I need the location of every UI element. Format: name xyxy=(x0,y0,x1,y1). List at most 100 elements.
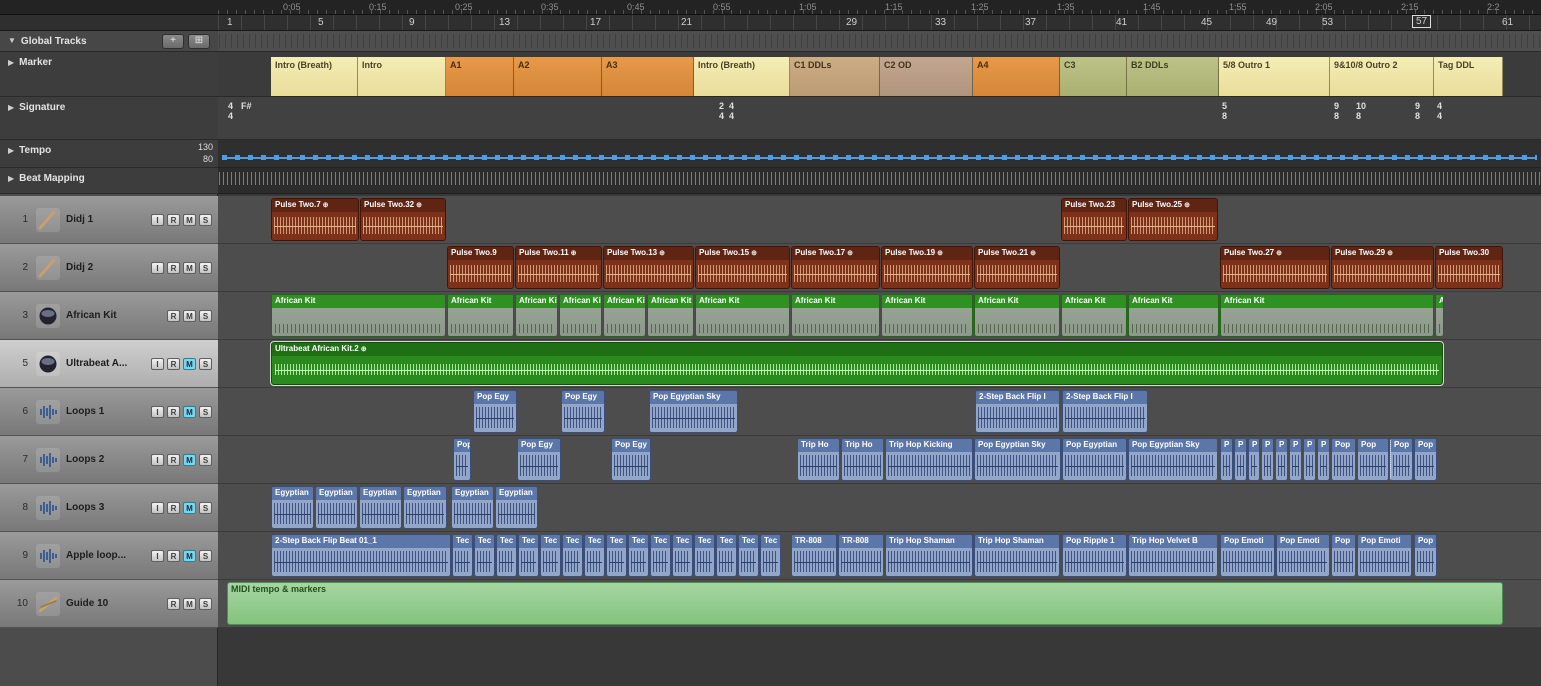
region-tr-808[interactable]: TR-808 xyxy=(791,534,837,577)
region-pop[interactable]: Pop xyxy=(1390,438,1413,481)
solo-button[interactable]: S xyxy=(199,310,212,322)
region-tec[interactable]: Tec xyxy=(628,534,649,577)
region-pop[interactable]: Pop xyxy=(1357,438,1389,481)
region-tec[interactable]: Tec xyxy=(694,534,715,577)
region-pop[interactable]: Pop xyxy=(453,438,471,481)
record-enable-button[interactable]: R xyxy=(167,214,180,226)
region-pop-egy[interactable]: Pop Egy xyxy=(517,438,561,481)
region-egyptian[interactable]: Egyptian xyxy=(403,486,447,529)
input-monitoring-button[interactable]: I xyxy=(151,550,164,562)
marker-region[interactable]: C2 OD xyxy=(880,57,973,96)
marker-region[interactable]: A1 xyxy=(446,57,514,96)
region-pop-emoti[interactable]: Pop Emoti xyxy=(1220,534,1275,577)
input-monitoring-button[interactable]: I xyxy=(151,214,164,226)
solo-button[interactable]: S xyxy=(199,598,212,610)
region-pop-emoti[interactable]: Pop Emoti xyxy=(1357,534,1412,577)
marker-region[interactable]: 5/8 Outro 1 xyxy=(1219,57,1330,96)
region-pulse-two-11[interactable]: Pulse Two.11⊕ xyxy=(515,246,602,289)
region-african-kit[interactable]: African Kit xyxy=(881,294,973,337)
track-header-didj-2[interactable]: 2Didj 2IRMS xyxy=(0,244,218,292)
record-enable-button[interactable]: R xyxy=(167,454,180,466)
signature-track-header[interactable]: ▶ Signature xyxy=(0,97,218,140)
region-pulse-two-32[interactable]: Pulse Two.32⊕ xyxy=(360,198,446,241)
tempo-track-header[interactable]: ▶ Tempo 130 80 xyxy=(0,140,218,168)
mute-button[interactable]: M xyxy=(183,502,196,514)
region-tec[interactable]: Tec xyxy=(496,534,517,577)
region-african-kit[interactable]: African Kit xyxy=(271,294,446,337)
record-enable-button[interactable]: R xyxy=(167,262,180,274)
marker-lane[interactable]: Intro (Breath)IntroA1A2A3Intro (Breath)C… xyxy=(0,52,1541,97)
global-track-config-button[interactable]: ⊞ xyxy=(188,34,210,49)
marker-region[interactable]: C1 DDLs xyxy=(790,57,880,96)
region-trip-hop-shaman[interactable]: Trip Hop Shaman xyxy=(974,534,1060,577)
region-african-kit[interactable]: African Kit xyxy=(647,294,694,337)
region-p[interactable]: P xyxy=(1289,438,1302,481)
track-header-african-kit[interactable]: 3African KitRMS xyxy=(0,292,218,340)
solo-button[interactable]: S xyxy=(199,502,212,514)
region-trip-hop-shaman[interactable]: Trip Hop Shaman xyxy=(885,534,973,577)
region-pop-egyptian-sky[interactable]: Pop Egyptian Sky xyxy=(649,390,738,433)
region-midi-tempo-markers[interactable]: MIDI tempo & markers xyxy=(227,582,1503,625)
region-trip-ho[interactable]: Trip Ho xyxy=(797,438,840,481)
marker-region[interactable]: A3 xyxy=(602,57,694,96)
solo-button[interactable]: S xyxy=(199,358,212,370)
region-pulse-two-30[interactable]: Pulse Two.30 xyxy=(1435,246,1503,289)
record-enable-button[interactable]: R xyxy=(167,406,180,418)
region-tec[interactable]: Tec xyxy=(606,534,627,577)
region-egyptian[interactable]: Egyptian xyxy=(495,486,538,529)
marker-region[interactable]: Intro (Breath) xyxy=(271,57,358,96)
mute-button[interactable]: M xyxy=(183,214,196,226)
tempo-curve[interactable] xyxy=(222,155,1537,162)
bar-ruler[interactable]: 159131721293337414549535761 xyxy=(0,15,1541,31)
tempo-lane[interactable] xyxy=(0,140,1541,168)
region-pulse-two-29[interactable]: Pulse Two.29⊕ xyxy=(1331,246,1434,289)
marker-region[interactable]: B2 DDLs xyxy=(1127,57,1219,96)
region-african-kit[interactable]: African Kit xyxy=(603,294,646,337)
input-monitoring-button[interactable]: I xyxy=(151,502,164,514)
region-pop[interactable]: Pop xyxy=(1331,534,1356,577)
region-african-kit[interactable]: African Kit xyxy=(559,294,602,337)
input-monitoring-button[interactable]: I xyxy=(151,454,164,466)
region-trip-hop-kicking[interactable]: Trip Hop Kicking xyxy=(885,438,973,481)
region-pop-ripple-1[interactable]: Pop Ripple 1 xyxy=(1062,534,1127,577)
region-p[interactable]: P xyxy=(1220,438,1233,481)
region-tr-808[interactable]: TR-808 xyxy=(838,534,884,577)
region-pulse-two-25[interactable]: Pulse Two.25⊕ xyxy=(1128,198,1218,241)
marker-track-header[interactable]: ▶ Marker xyxy=(0,52,218,97)
track-header-loops-1[interactable]: 6Loops 1IRMS xyxy=(0,388,218,436)
solo-button[interactable]: S xyxy=(199,550,212,562)
region-2-step-back-flip-i[interactable]: 2-Step Back Flip I xyxy=(1062,390,1148,433)
mute-button[interactable]: M xyxy=(183,550,196,562)
disclosure-right-icon[interactable]: ▶ xyxy=(8,102,14,114)
region-egyptian[interactable]: Egyptian xyxy=(315,486,358,529)
region-pulse-two-27[interactable]: Pulse Two.27⊕ xyxy=(1220,246,1330,289)
track-header-didj-1[interactable]: 1Didj 1IRMS xyxy=(0,196,218,244)
region-african-kit[interactable]: African Kit xyxy=(515,294,558,337)
region-p[interactable]: P xyxy=(1234,438,1247,481)
region-trip-ho[interactable]: Trip Ho xyxy=(841,438,884,481)
region-african-kit[interactable]: African Kit xyxy=(1220,294,1434,337)
region-trip-hop-velvet-b[interactable]: Trip Hop Velvet B xyxy=(1128,534,1218,577)
region-tec[interactable]: Tec xyxy=(716,534,737,577)
time-ruler[interactable]: 0:050:150:250:350:450:551:051:151:251:35… xyxy=(0,0,1541,15)
signature-lane[interactable]: 44F#244458981089844 xyxy=(0,97,1541,140)
global-tracks-header[interactable]: ▼ Global Tracks + ⊞ xyxy=(0,31,218,52)
region-african-kit[interactable]: African Kit xyxy=(1061,294,1127,337)
region-pulse-two-13[interactable]: Pulse Two.13⊕ xyxy=(603,246,694,289)
track-header-loops-3[interactable]: 8Loops 3IRMS xyxy=(0,484,218,532)
record-enable-button[interactable]: R xyxy=(167,310,180,322)
region-pulse-two-7[interactable]: Pulse Two.7⊕ xyxy=(271,198,359,241)
region-pulse-two-23[interactable]: Pulse Two.23 xyxy=(1061,198,1127,241)
input-monitoring-button[interactable]: I xyxy=(151,262,164,274)
input-monitoring-button[interactable]: I xyxy=(151,406,164,418)
solo-button[interactable]: S xyxy=(199,454,212,466)
region-tec[interactable]: Tec xyxy=(738,534,759,577)
region-pop[interactable]: Pop xyxy=(1414,534,1437,577)
region-african-kit[interactable]: African Kit xyxy=(974,294,1060,337)
region-african-kit[interactable]: African Kit xyxy=(791,294,880,337)
record-enable-button[interactable]: R xyxy=(167,358,180,370)
region-pop-egyptian-sky[interactable]: Pop Egyptian Sky xyxy=(974,438,1061,481)
region-2-step-back-flip-i[interactable]: 2-Step Back Flip I xyxy=(975,390,1060,433)
region-pop-egyptian[interactable]: Pop Egyptian xyxy=(1062,438,1127,481)
beat-mapping-lane[interactable] xyxy=(0,168,1541,194)
